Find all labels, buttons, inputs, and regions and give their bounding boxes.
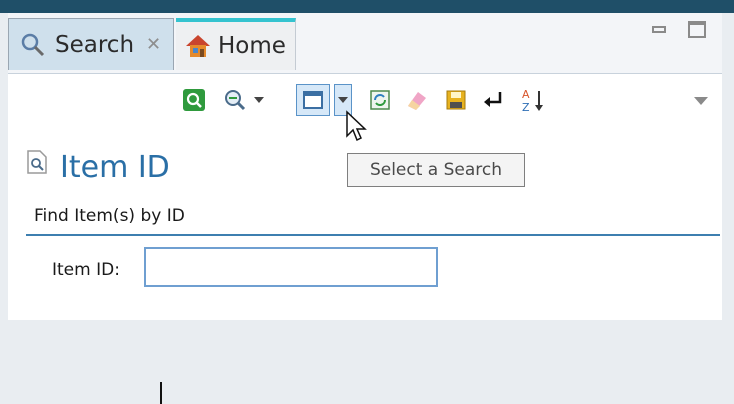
tab-search-label: Search — [55, 31, 135, 58]
save-icon — [446, 90, 466, 110]
form-title: Item ID — [60, 150, 170, 185]
tooltip: Select a Search — [347, 153, 525, 187]
home-icon — [186, 35, 210, 57]
return-icon — [484, 92, 502, 107]
mouse-pointer-icon — [346, 110, 367, 142]
item-id-input[interactable] — [144, 247, 438, 287]
window-controls — [652, 21, 706, 38]
sort-icon: A Z — [522, 88, 543, 113]
select-search-button[interactable] — [296, 84, 330, 116]
svg-text:A: A — [522, 88, 530, 101]
window-top-border — [0, 0, 734, 13]
document-search-icon — [27, 150, 47, 174]
execute-search-icon — [183, 89, 205, 111]
find-icon — [225, 90, 246, 111]
tab-search[interactable]: Search ✕ — [8, 18, 174, 70]
tab-home-label: Home — [218, 33, 286, 59]
execute-search-button[interactable] — [178, 84, 210, 116]
refresh-icon — [370, 90, 390, 110]
maximize-button[interactable] — [688, 21, 706, 38]
return-button[interactable] — [478, 84, 508, 116]
search-magnifier-icon — [21, 33, 45, 56]
section-divider — [26, 234, 720, 236]
text-caret — [160, 382, 162, 404]
form-subtitle: Find Item(s) by ID — [34, 206, 185, 226]
select-search-icon — [303, 91, 323, 109]
chevron-down-icon — [338, 97, 348, 103]
find-dropdown-button[interactable] — [252, 84, 266, 116]
svg-text:Z: Z — [522, 101, 530, 113]
item-id-label: Item ID: — [52, 260, 120, 280]
tab-strip: Search ✕ Home — [8, 13, 722, 73]
minimize-button[interactable] — [652, 26, 666, 33]
find-button[interactable] — [220, 84, 250, 116]
view-menu-icon[interactable] — [694, 97, 708, 105]
chevron-down-icon — [254, 97, 264, 103]
save-button[interactable] — [441, 84, 471, 116]
refresh-button[interactable] — [366, 84, 394, 116]
close-tab-icon[interactable]: ✕ — [146, 34, 161, 55]
sort-button[interactable]: A Z — [518, 84, 548, 116]
tab-home[interactable]: Home — [176, 18, 296, 70]
clear-icon — [408, 92, 426, 110]
clear-button[interactable] — [402, 84, 432, 116]
